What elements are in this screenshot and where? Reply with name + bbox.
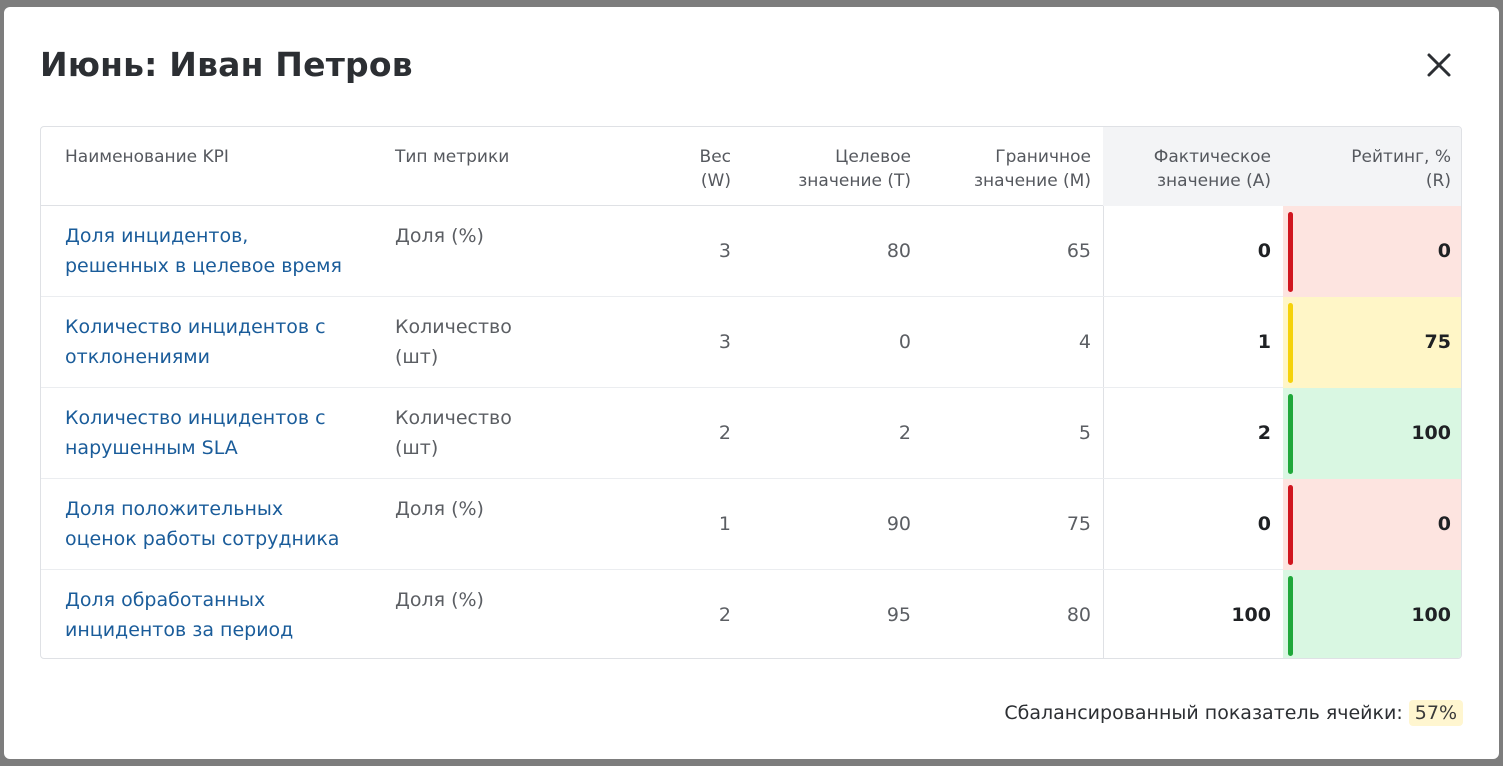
rating-status-bar	[1288, 303, 1293, 383]
column-divider	[1103, 388, 1104, 478]
kpi-name-line1: Доля положительных	[65, 498, 284, 520]
kpi-name-link[interactable]: Доля положительных оценок работы сотрудни…	[65, 494, 375, 554]
limit-value: 80	[1066, 604, 1091, 626]
close-button[interactable]	[1424, 50, 1454, 80]
table-row: Количество инцидентов с отклонениями Коли…	[41, 297, 1461, 388]
rating-value: 100	[1411, 422, 1451, 444]
actual-value: 0	[1257, 513, 1271, 535]
rating-status-bar	[1288, 394, 1293, 474]
balanced-score-badge: 57%	[1408, 700, 1463, 726]
metric-type-line2: (шт)	[395, 437, 439, 459]
header-weight: Вес (W)	[641, 145, 731, 193]
table-row: Количество инцидентов с нарушенным SLA Ко…	[41, 388, 1461, 479]
actual-value: 0	[1257, 240, 1271, 262]
column-divider	[1103, 206, 1104, 296]
kpi-name-line1: Доля обработанных	[65, 589, 266, 611]
header-weight-line1: Вес	[699, 147, 731, 167]
weight-value: 2	[718, 604, 731, 626]
metric-type-line1: Доля (%)	[395, 589, 484, 611]
actual-value: 2	[1257, 422, 1271, 444]
header-actual-line2: значение (A)	[1157, 171, 1271, 191]
kpi-name-line2: решенных в целевое время	[65, 255, 342, 277]
metric-type: Доля (%)	[395, 494, 555, 524]
target-value: 2	[898, 422, 911, 444]
metric-type: Доля (%)	[395, 221, 555, 251]
rating-status-bar	[1288, 212, 1293, 292]
weight-value: 2	[718, 422, 731, 444]
kpi-name-line2: оценок работы сотрудника	[65, 528, 340, 550]
rating-status-bar	[1288, 576, 1293, 656]
header-rating-line2: (R)	[1425, 171, 1451, 191]
metric-type: Количество (шт)	[395, 312, 555, 372]
header-target-line1: Целевое	[835, 147, 911, 167]
metric-type-line1: Количество	[395, 407, 512, 429]
kpi-name-link[interactable]: Доля обработанных инцидентов за период	[65, 585, 375, 645]
weight-value: 1	[718, 513, 731, 535]
metric-type-line1: Доля (%)	[395, 498, 484, 520]
balanced-score: Сбалансированный показатель ячейки: 57%	[1004, 699, 1463, 727]
kpi-name-link[interactable]: Количество инцидентов с отклонениями	[65, 312, 375, 372]
kpi-name-line2: инцидентов за период	[65, 619, 294, 641]
table-header: Наименование KPI Тип метрики Вес (W) Цел…	[41, 127, 1461, 206]
column-divider	[1103, 479, 1104, 569]
rating-value: 0	[1437, 513, 1451, 535]
table-row: Доля инцидентов, решенных в целевое время…	[41, 206, 1461, 297]
header-limit-line2: значение (M)	[973, 171, 1091, 191]
kpi-name-line1: Доля инцидентов,	[65, 225, 249, 247]
rating-status-bar	[1288, 485, 1293, 565]
header-rating-line1: Рейтинг, %	[1351, 147, 1451, 167]
kpi-name-line2: нарушенным SLA	[65, 437, 238, 459]
rating-value: 75	[1424, 331, 1451, 353]
weight-value: 3	[718, 331, 731, 353]
kpi-name-line2: отклонениями	[65, 346, 210, 368]
limit-value: 75	[1066, 513, 1091, 535]
column-divider	[1103, 297, 1104, 387]
header-metric-type: Тип метрики	[395, 147, 510, 167]
weight-value: 3	[718, 240, 731, 262]
limit-value: 65	[1066, 240, 1091, 262]
metric-type: Количество (шт)	[395, 403, 555, 463]
actual-value: 1	[1257, 331, 1271, 353]
rating-value: 100	[1411, 604, 1451, 626]
kpi-name-link[interactable]: Доля инцидентов, решенных в целевое время	[65, 221, 375, 281]
header-limit: Граничное значение (M)	[931, 145, 1091, 193]
kpi-name-link[interactable]: Количество инцидентов с нарушенным SLA	[65, 403, 375, 463]
actual-value: 100	[1231, 604, 1271, 626]
metric-type-line1: Количество	[395, 316, 512, 338]
target-value: 95	[886, 604, 911, 626]
header-actual: Фактическое значение (A)	[1111, 145, 1271, 193]
kpi-table: Наименование KPI Тип метрики Вес (W) Цел…	[40, 126, 1462, 659]
table-row: Доля положительных оценок работы сотрудни…	[41, 479, 1461, 570]
column-divider	[1103, 570, 1104, 658]
close-icon	[1427, 53, 1451, 77]
header-rating: Рейтинг, % (R)	[1301, 145, 1451, 193]
header-actual-line1: Фактическое	[1153, 147, 1271, 167]
header-target: Целевое значение (T)	[761, 145, 911, 193]
kpi-name-line1: Количество инцидентов с	[65, 316, 326, 338]
header-kpi-name: Наименование KPI	[65, 147, 229, 167]
metric-type-line2: (шт)	[395, 346, 439, 368]
table-row: Доля обработанных инцидентов за период До…	[41, 570, 1461, 658]
modal-title: Июнь: Иван Петров	[40, 45, 413, 84]
header-weight-line2: (W)	[700, 171, 731, 191]
metric-type: Доля (%)	[395, 585, 555, 615]
kpi-modal: Июнь: Иван Петров Наименование KPI Тип м…	[4, 7, 1499, 759]
limit-value: 4	[1078, 331, 1091, 353]
balanced-score-label: Сбалансированный показатель ячейки:	[1004, 702, 1403, 724]
rating-value: 0	[1437, 240, 1451, 262]
target-value: 90	[886, 513, 911, 535]
target-value: 0	[898, 331, 911, 353]
limit-value: 5	[1078, 422, 1091, 444]
header-limit-line1: Граничное	[995, 147, 1091, 167]
target-value: 80	[886, 240, 911, 262]
header-target-line2: значение (T)	[798, 171, 911, 191]
kpi-name-line1: Количество инцидентов с	[65, 407, 326, 429]
metric-type-line1: Доля (%)	[395, 225, 484, 247]
